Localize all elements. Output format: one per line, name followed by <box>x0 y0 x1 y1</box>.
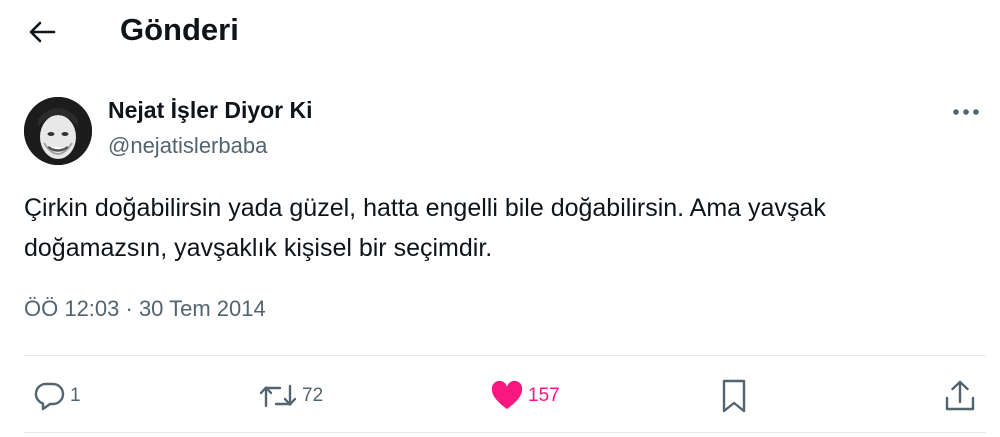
back-button[interactable] <box>24 14 60 50</box>
post-text-line: doğamazsın, yavşaklık kişisel bir seçimd… <box>24 234 493 262</box>
author-handle[interactable]: @nejatislerbaba <box>108 131 267 161</box>
bookmark-icon <box>718 378 750 414</box>
repost-button[interactable]: 72 <box>258 378 323 414</box>
post-text: Çirkin doğabilirsin yada güzel, hatta en… <box>24 188 984 268</box>
more-horizontal-icon <box>952 108 980 116</box>
heart-filled-icon <box>490 380 524 412</box>
reply-button[interactable]: 1 <box>34 378 81 414</box>
author-name[interactable]: Nejat İşler Diyor Ki <box>108 95 313 125</box>
share-button[interactable] <box>944 378 976 414</box>
avatar[interactable] <box>24 97 92 165</box>
arrow-left-icon <box>28 20 56 44</box>
reply-count: 1 <box>70 385 81 406</box>
repost-count: 72 <box>302 385 324 406</box>
top-bar: Gönderi <box>0 0 1000 64</box>
like-count: 157 <box>528 385 560 406</box>
page-title: Gönderi <box>120 12 239 47</box>
bookmark-button[interactable] <box>718 378 750 414</box>
post-timestamp[interactable]: ÖÖ 12:03 · 30 Tem 2014 <box>24 294 266 324</box>
repost-icon <box>258 380 298 412</box>
reply-icon <box>34 380 66 412</box>
divider <box>24 432 986 433</box>
post-text-line: Çirkin doğabilirsin yada güzel, hatta en… <box>24 194 826 222</box>
divider <box>24 355 986 356</box>
more-options-button[interactable] <box>946 96 986 128</box>
action-bar: 1 72 157 <box>0 360 1000 432</box>
like-button[interactable]: 157 <box>490 378 560 414</box>
share-icon <box>944 379 976 413</box>
